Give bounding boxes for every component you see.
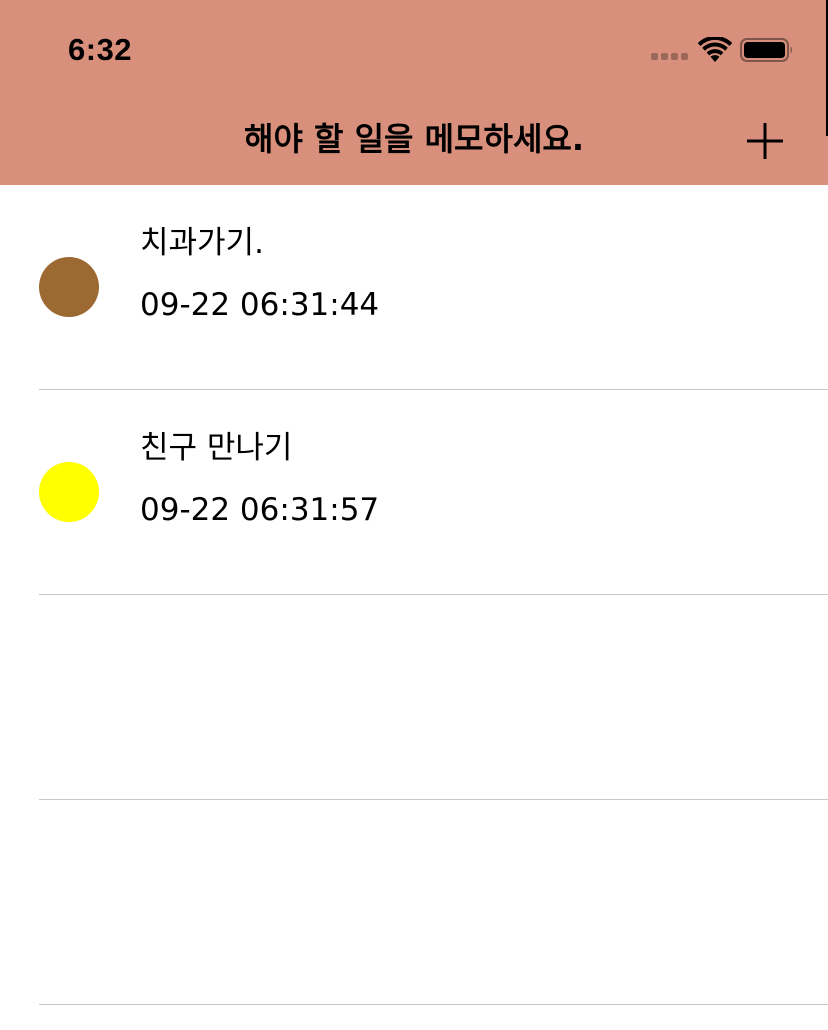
empty-row[interactable] [0,595,828,800]
cellular-signal-icon [651,53,691,61]
memo-row[interactable]: 치과가기. 09-22 06:31:44 [0,185,828,390]
row-divider [39,1004,828,1005]
memo-timestamp: 09-22 06:31:57 [140,492,380,528]
battery-icon [740,37,794,63]
nav-title: 해야 할 일을 메모하세요. [244,120,584,158]
memo-color-dot [39,257,99,317]
wifi-icon [697,35,733,63]
status-bar-time: 6:32 [68,32,133,67]
empty-row[interactable] [0,800,828,1005]
memo-title: 친구 만나기 [140,430,293,466]
plus-icon [747,123,783,159]
navigation-bar: 6:32 해야 할 일을 메모하세요. [0,0,828,185]
memo-timestamp: 09-22 06:31:44 [140,287,380,323]
memo-row[interactable]: 친구 만나기 09-22 06:31:57 [0,390,828,595]
memo-title: 치과가기. [140,225,264,261]
memo-color-dot [39,462,99,522]
add-memo-button[interactable] [740,116,790,166]
